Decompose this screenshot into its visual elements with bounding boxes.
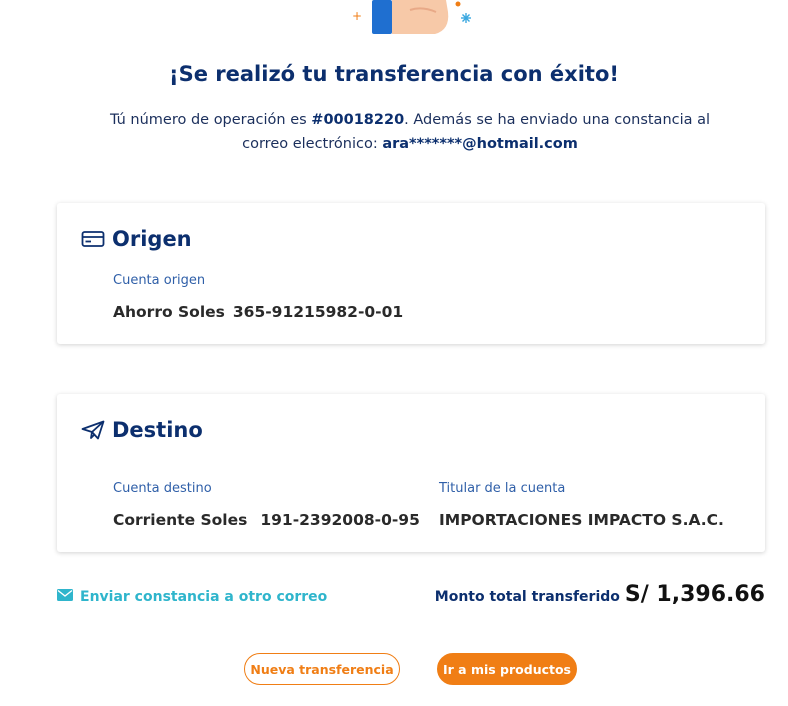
total-amount: S/ 1,396.66 [624, 582, 765, 607]
envelope-icon [57, 588, 73, 606]
subtitle-prefix: Tú número de operación es [109, 112, 312, 128]
origin-account-number: 365-91215982-0-01 [232, 303, 404, 321]
total-transferred: Monto total transferido S/ 1,396.66 [435, 582, 765, 607]
new-transfer-button[interactable]: Nueva transferencia [244, 653, 400, 685]
total-label: Monto total transferido [434, 589, 620, 605]
origin-card-header: Origen [81, 227, 192, 251]
origin-account-value: Ahorro Soles 365-91215982-0-01 [113, 303, 403, 321]
destination-card: Destino Cuenta destino Corriente Soles 19… [57, 394, 765, 552]
svg-text:+: + [352, 9, 362, 23]
go-to-products-button[interactable]: Ir a mis productos [437, 653, 577, 685]
origin-card: Origen Cuenta origen Ahorro Soles 365-912… [57, 203, 765, 344]
destination-account-value: Corriente Soles 191-2392008-0-95 [113, 511, 420, 529]
destination-account-type: Corriente Soles [113, 511, 248, 529]
send-receipt-label[interactable]: Enviar constancia a otro correo [80, 589, 327, 605]
destination-account-label: Cuenta destino [113, 481, 212, 496]
holder-name: IMPORTACIONES IMPACTO S.A.C. [439, 511, 724, 529]
success-illustration: + [340, 0, 480, 40]
operation-number: #00018220 [311, 112, 405, 128]
holder-label: Titular de la cuenta [439, 481, 566, 496]
origin-title: Origen [112, 227, 192, 251]
email-address: ara*******@hotmail.com [382, 136, 578, 152]
destination-title: Destino [112, 418, 203, 442]
destination-account-number: 191-2392008-0-95 [260, 511, 420, 529]
destination-card-header: Destino [81, 418, 203, 442]
paper-plane-icon [81, 420, 105, 440]
origin-account-type: Ahorro Soles [113, 303, 225, 321]
origin-account-label: Cuenta origen [113, 273, 206, 288]
page-title: ¡Se realizó tu transferencia con éxito! [169, 62, 619, 86]
credit-card-icon [81, 230, 105, 248]
send-receipt-link[interactable]: Enviar constancia a otro correo [57, 588, 327, 606]
operation-summary: Tú número de operación es #00018220. Ade… [90, 108, 730, 156]
